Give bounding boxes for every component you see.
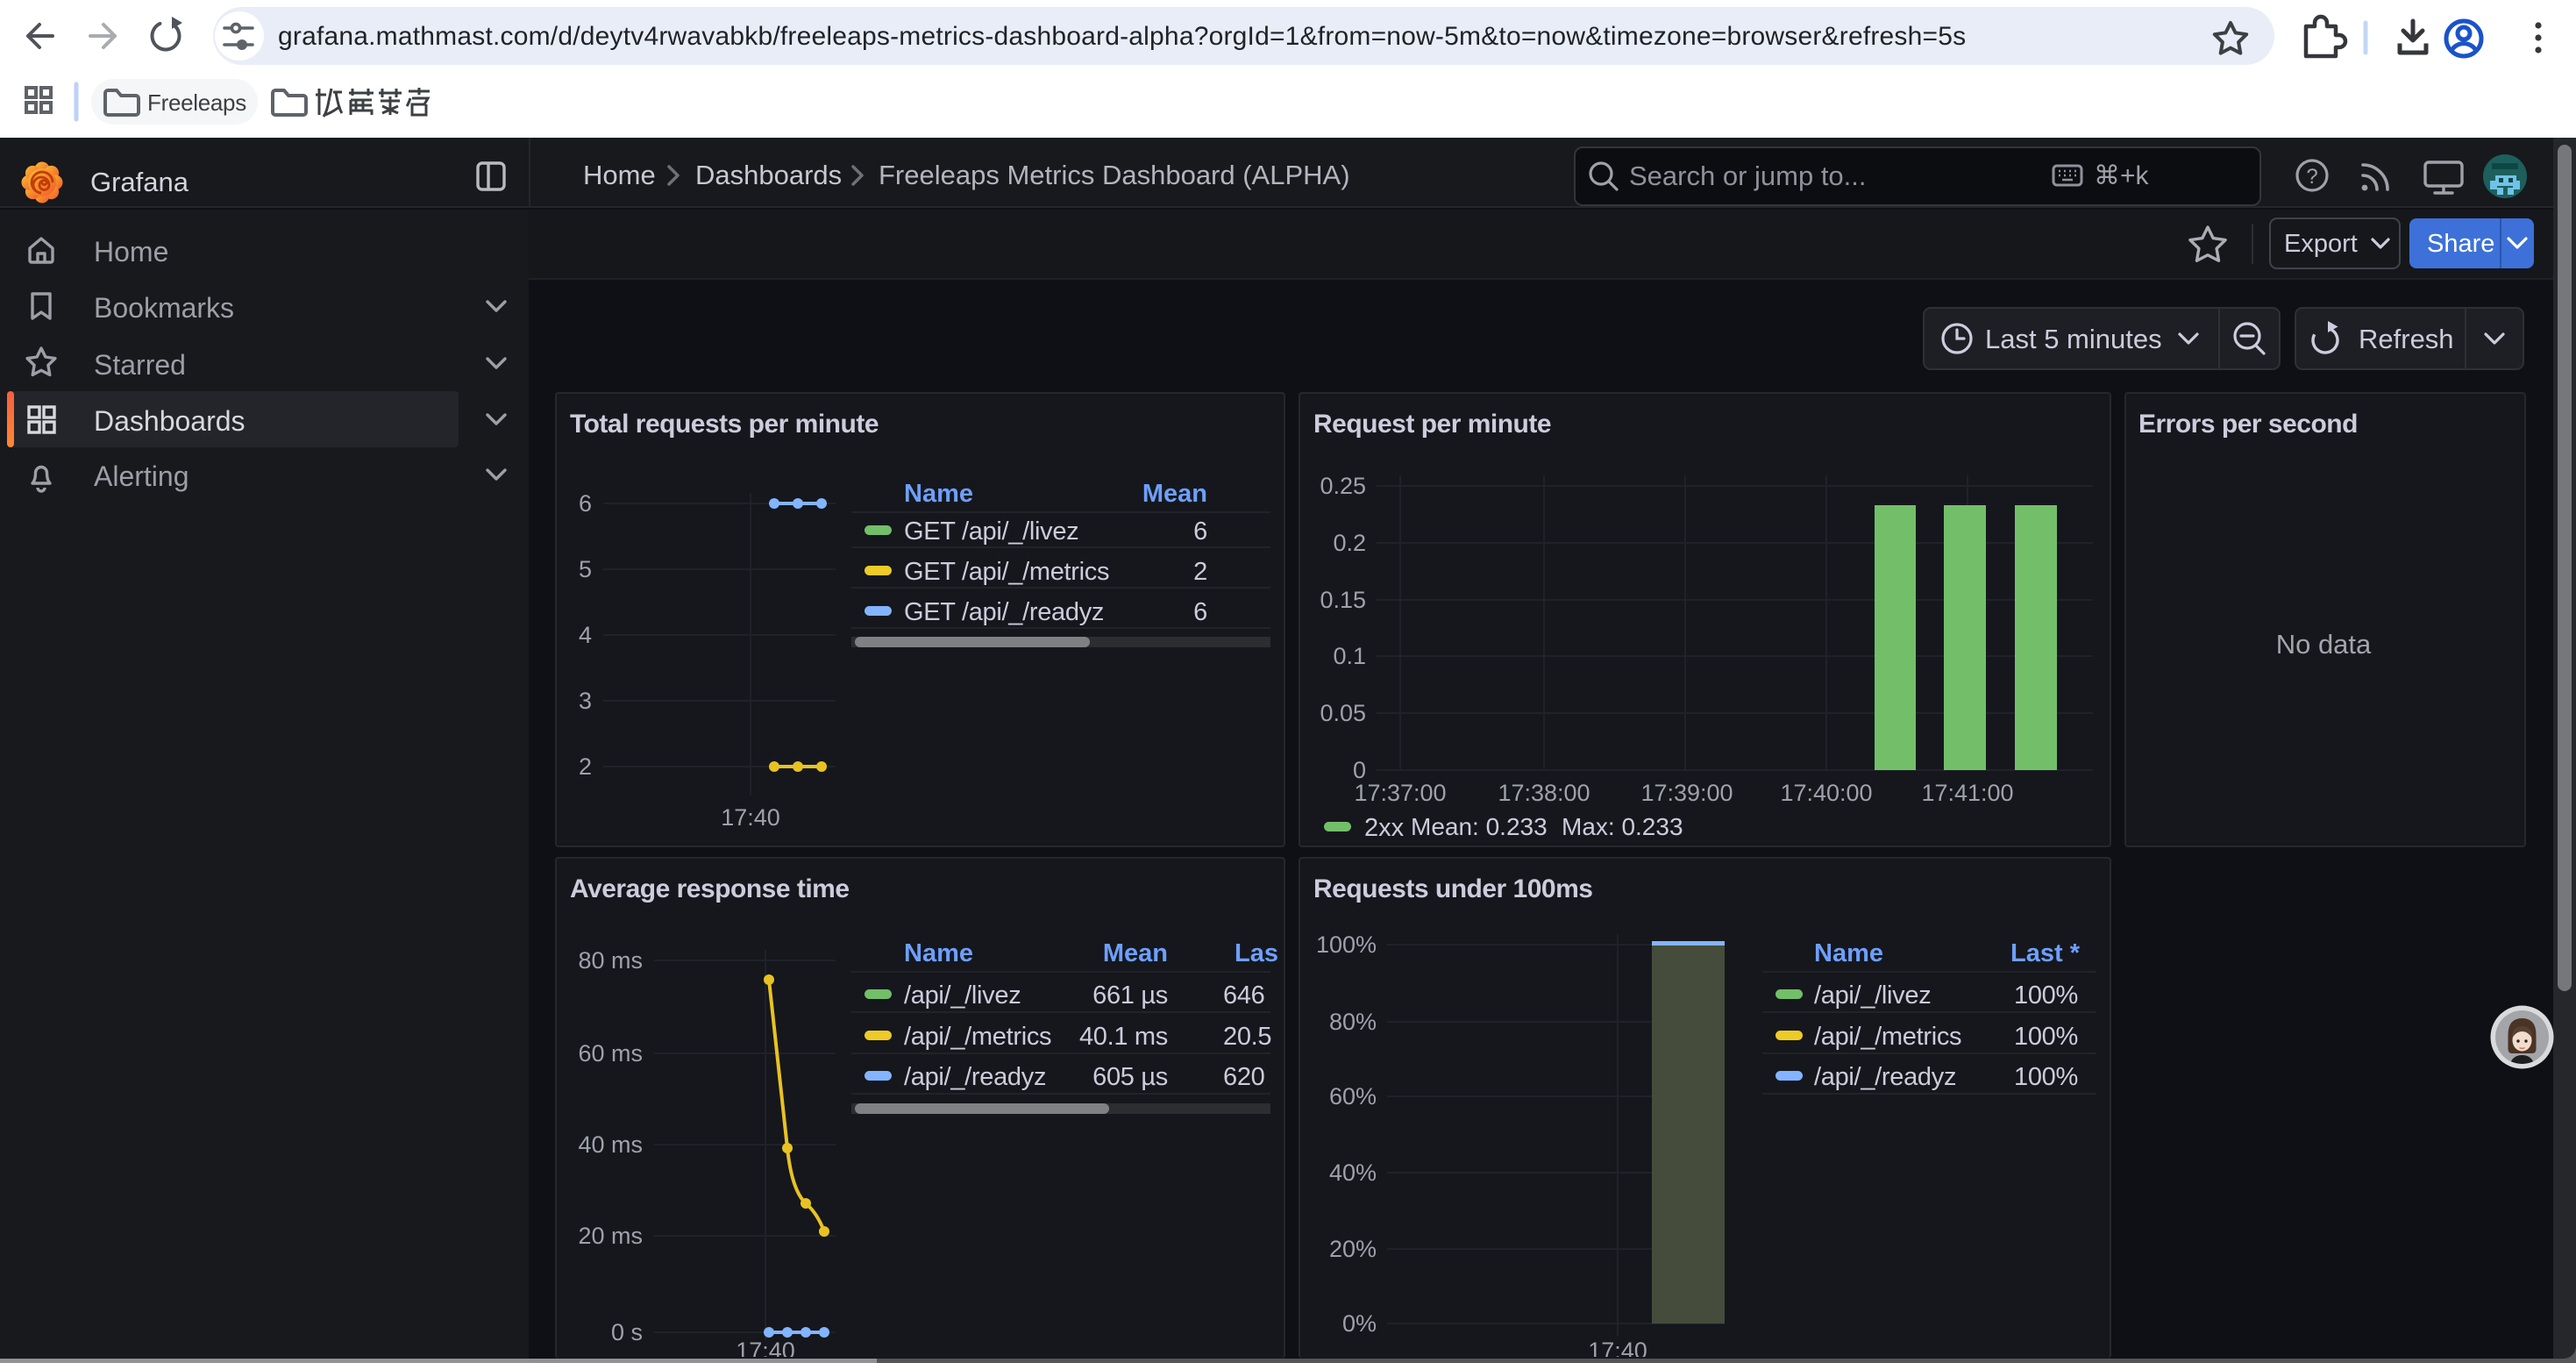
svg-text:6: 6 xyxy=(1193,598,1207,626)
svg-text:4: 4 xyxy=(579,622,592,648)
svg-text:0.1: 0.1 xyxy=(1333,643,1366,669)
svg-text:Name: Name xyxy=(904,939,973,967)
svg-text:100%: 100% xyxy=(1316,931,1377,958)
svg-text:Export: Export xyxy=(2284,230,2358,258)
svg-text:20.5 r: 20.5 r xyxy=(1223,1023,1280,1051)
svg-text:Freeleaps Metrics Dashboard (A: Freeleaps Metrics Dashboard (ALPHA) xyxy=(879,160,1350,190)
svg-text:6: 6 xyxy=(1193,517,1207,546)
svg-text:Share: Share xyxy=(2427,230,2494,258)
svg-text:Requests under 100ms: Requests under 100ms xyxy=(1313,874,1592,903)
svg-text:/api/_/readyz: /api/_/readyz xyxy=(1814,1063,1956,1091)
svg-text:Request per minute: Request per minute xyxy=(1313,410,1551,439)
svg-text:80%: 80% xyxy=(1329,1009,1377,1035)
svg-text:Last *: Last * xyxy=(2010,939,2081,967)
svg-text:/api/_/metrics: /api/_/metrics xyxy=(1814,1023,1961,1051)
svg-text:661 µs: 661 µs xyxy=(1092,981,1168,1010)
svg-text:Mean: 0.233: Mean: 0.233 xyxy=(1411,813,1548,840)
svg-text:Max: 0.233: Max: 0.233 xyxy=(1562,813,1683,840)
svg-text:Las: Las xyxy=(1235,939,1278,967)
svg-text:Name: Name xyxy=(904,480,973,508)
svg-text:40 ms: 40 ms xyxy=(578,1131,643,1158)
svg-text:40%: 40% xyxy=(1329,1160,1377,1186)
svg-text:/api/_/livez: /api/_/livez xyxy=(1814,981,1931,1010)
svg-text:0.2: 0.2 xyxy=(1333,530,1366,556)
svg-text:5: 5 xyxy=(579,556,592,582)
svg-text:0.05: 0.05 xyxy=(1320,700,1366,726)
svg-text:20 ms: 20 ms xyxy=(578,1223,643,1249)
svg-text:17:38:00: 17:38:00 xyxy=(1498,780,1590,806)
svg-text:0%: 0% xyxy=(1342,1310,1377,1337)
svg-text:17:37:00: 17:37:00 xyxy=(1354,780,1446,806)
svg-text:Name: Name xyxy=(1814,939,1883,967)
svg-text:Refresh: Refresh xyxy=(2359,324,2454,354)
svg-text:100%: 100% xyxy=(2014,1023,2078,1051)
svg-text:17:40:00: 17:40:00 xyxy=(1780,780,1872,806)
svg-text:Last 5 minutes: Last 5 minutes xyxy=(1985,324,2162,354)
svg-text:Mean: Mean xyxy=(1103,939,1168,967)
svg-text:/api/_/metrics: /api/_/metrics xyxy=(904,1023,1051,1051)
svg-text:/api/_/readyz: /api/_/readyz xyxy=(904,1063,1046,1091)
svg-text:Search or jump to...: Search or jump to... xyxy=(1629,161,1867,191)
svg-text:620: 620 xyxy=(1223,1063,1265,1091)
svg-text:/api/_/livez: /api/_/livez xyxy=(904,981,1021,1010)
svg-text:605 µs: 605 µs xyxy=(1092,1063,1168,1091)
svg-text:100%: 100% xyxy=(2014,981,2078,1010)
svg-text:20%: 20% xyxy=(1329,1236,1377,1262)
svg-text:2xx: 2xx xyxy=(1364,814,1405,842)
svg-text:80 ms: 80 ms xyxy=(578,947,643,974)
svg-text:0.25: 0.25 xyxy=(1320,473,1366,499)
svg-text:0.15: 0.15 xyxy=(1320,587,1366,613)
svg-text:GET /api/_/readyz: GET /api/_/readyz xyxy=(904,598,1104,626)
svg-text:60 ms: 60 ms xyxy=(578,1040,643,1067)
svg-text:2: 2 xyxy=(1193,558,1207,586)
svg-text:?: ? xyxy=(2306,165,2317,189)
svg-text:646: 646 xyxy=(1223,981,1265,1010)
svg-text:100%: 100% xyxy=(2014,1063,2078,1091)
svg-text:2: 2 xyxy=(579,753,592,780)
svg-text:0 s: 0 s xyxy=(611,1319,643,1345)
svg-text:Grafana: Grafana xyxy=(90,167,189,197)
svg-text:GET /api/_/metrics: GET /api/_/metrics xyxy=(904,558,1109,586)
svg-text:17:40: 17:40 xyxy=(1588,1338,1647,1357)
svg-text:60%: 60% xyxy=(1329,1083,1377,1110)
svg-text:17:40: 17:40 xyxy=(736,1338,795,1357)
svg-text:GET /api/_/livez: GET /api/_/livez xyxy=(904,517,1078,546)
svg-text:6: 6 xyxy=(579,490,592,517)
svg-text:Average response time: Average response time xyxy=(570,874,850,903)
svg-text:Mean: Mean xyxy=(1142,480,1207,508)
svg-text:⌘+k: ⌘+k xyxy=(2094,161,2150,190)
svg-text:Dashboards: Dashboards xyxy=(695,160,842,190)
svg-text:3: 3 xyxy=(579,688,592,714)
svg-text:17:40: 17:40 xyxy=(721,804,780,831)
svg-text:17:39:00: 17:39:00 xyxy=(1640,780,1733,806)
svg-text:40.1 ms: 40.1 ms xyxy=(1079,1023,1168,1051)
svg-text:Home: Home xyxy=(583,160,656,190)
svg-text:Errors per second: Errors per second xyxy=(2138,410,2358,439)
svg-text:Total requests per minute: Total requests per minute xyxy=(570,410,879,439)
svg-text:No data: No data xyxy=(2276,629,2372,660)
svg-text:17:41:00: 17:41:00 xyxy=(1921,780,2013,806)
